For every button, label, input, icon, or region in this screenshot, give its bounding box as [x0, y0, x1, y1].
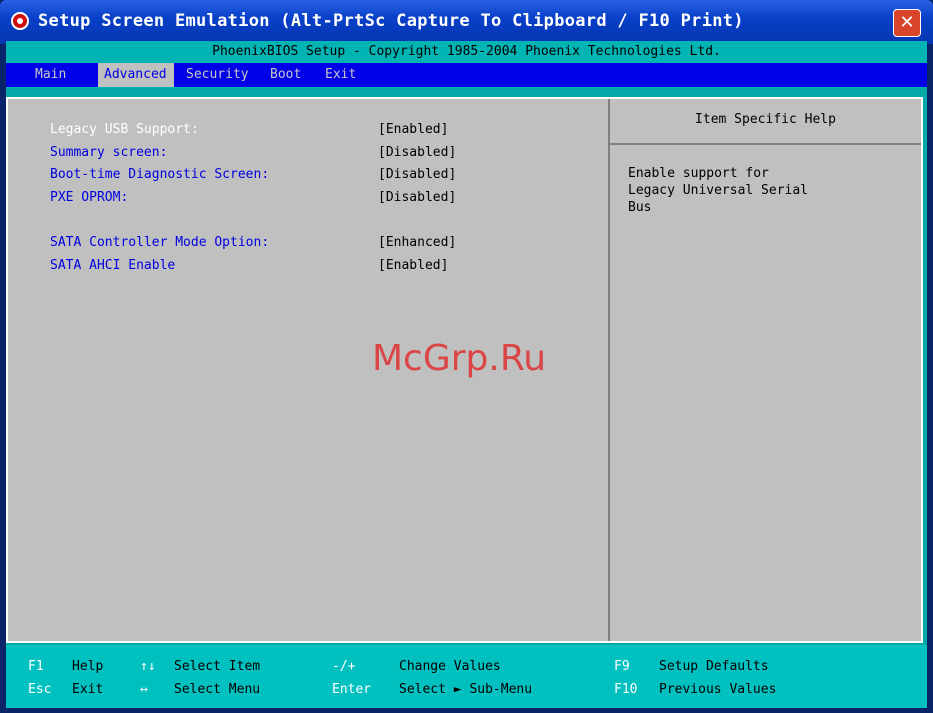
- setting-sata-mode-value[interactable]: [Enhanced]: [378, 235, 456, 250]
- close-button[interactable]: ✕: [893, 9, 921, 37]
- key-legend: F1 Help Esc Exit ↑↓ Select Item ↔ Select…: [6, 645, 927, 708]
- key-esc: Esc: [28, 682, 52, 697]
- key-change-values-desc: Change Values: [399, 659, 501, 674]
- setting-legacy-usb-label[interactable]: Legacy USB Support:: [50, 122, 199, 137]
- key-esc-desc: Exit: [72, 682, 104, 697]
- setting-sata-mode-label[interactable]: SATA Controller Mode Option:: [50, 235, 269, 250]
- arrows-updown-icon: ↑↓: [140, 659, 156, 674]
- help-text: Enable support for Legacy Universal Seri…: [628, 166, 809, 215]
- key-select-menu-desc: Select Menu: [174, 682, 261, 697]
- key-f10: F10: [614, 682, 638, 697]
- arrows-leftright-icon: ↔: [140, 682, 148, 697]
- title-bar[interactable]: Setup Screen Emulation (Alt-PrtSc Captur…: [0, 0, 933, 44]
- setup-window: Setup Screen Emulation (Alt-PrtSc Captur…: [0, 0, 933, 713]
- key-submenu-desc: Select ► Sub-Menu: [399, 682, 533, 697]
- setting-sata-ahci-value[interactable]: [Enabled]: [378, 258, 448, 273]
- setting-legacy-usb-value[interactable]: [Enabled]: [378, 122, 448, 137]
- copyright-banner: PhoenixBIOS Setup - Copyright 1985-2004 …: [6, 41, 927, 63]
- window-title: Setup Screen Emulation (Alt-PrtSc Captur…: [38, 11, 744, 31]
- app-icon: [11, 12, 29, 30]
- menu-security[interactable]: Security: [186, 63, 249, 87]
- menu-exit[interactable]: Exit: [325, 63, 356, 87]
- key-setup-defaults-desc: Setup Defaults: [659, 659, 769, 674]
- watermark: McGrp.Ru: [372, 338, 547, 379]
- menu-advanced[interactable]: Advanced: [98, 63, 174, 87]
- help-header: Item Specific Help: [610, 99, 921, 145]
- setting-summary-screen-label[interactable]: Summary screen:: [50, 145, 167, 160]
- help-panel: Item Specific Help Enable support for Le…: [610, 99, 921, 641]
- menu-boot[interactable]: Boot: [270, 63, 301, 87]
- setting-summary-screen-value[interactable]: [Disabled]: [378, 145, 456, 160]
- menu-bar: Main Advanced Security Boot Exit: [6, 63, 927, 88]
- setting-boot-diagnostic-label[interactable]: Boot-time Diagnostic Screen:: [50, 167, 269, 182]
- menu-main[interactable]: Main: [26, 63, 85, 87]
- key-f1-desc: Help: [72, 659, 104, 674]
- setting-pxe-oprom-label[interactable]: PXE OPROM:: [50, 190, 128, 205]
- key-select-item-desc: Select Item: [174, 659, 261, 674]
- key-f9: F9: [614, 659, 630, 674]
- setting-sata-ahci-label[interactable]: SATA AHCI Enable: [50, 258, 175, 273]
- setting-pxe-oprom-value[interactable]: [Disabled]: [378, 190, 456, 205]
- key-minus-plus: -/+: [332, 659, 356, 674]
- setting-boot-diagnostic-value[interactable]: [Disabled]: [378, 167, 456, 182]
- key-f1: F1: [28, 659, 44, 674]
- key-enter: Enter: [332, 682, 372, 697]
- key-previous-values-desc: Previous Values: [659, 682, 777, 697]
